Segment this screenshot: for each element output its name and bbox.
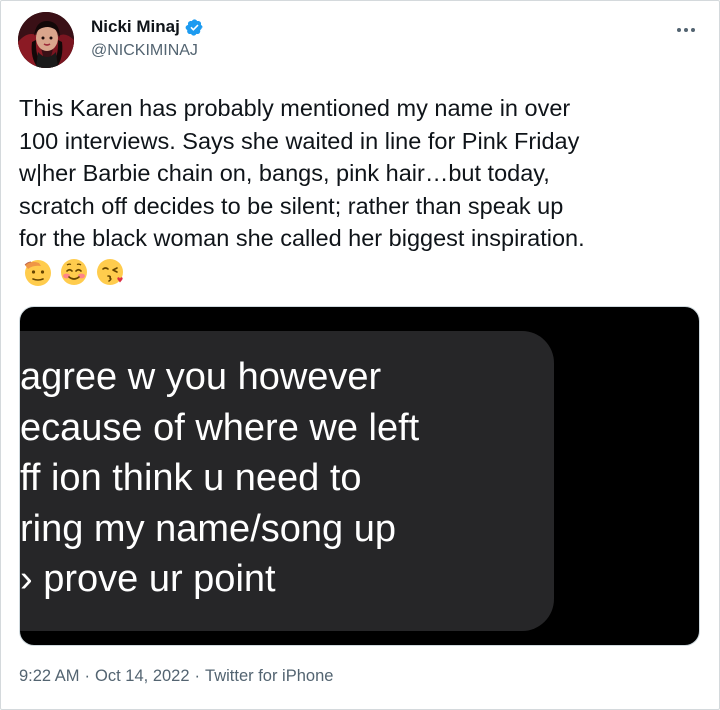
message-line: › prove ur point xyxy=(20,558,276,600)
message-text: agree w you however ecause of where we l… xyxy=(20,352,540,605)
tweet-header: Nicki Minaj @NICKIMINAJ xyxy=(18,12,702,72)
emoji-row xyxy=(22,256,126,288)
more-horizontal-icon[interactable] xyxy=(674,18,698,42)
tweet-source[interactable]: Twitter for iPhone xyxy=(205,667,333,686)
message-line: ring my name/song up xyxy=(20,507,396,550)
meta-separator: · xyxy=(194,667,201,685)
message-line: agree w you however xyxy=(20,356,382,398)
tweet-date[interactable]: Oct 14, 2022 xyxy=(95,667,189,686)
tweet-text: This Karen has probably mentioned my nam… xyxy=(19,95,585,251)
meta-separator: · xyxy=(84,667,91,685)
avatar[interactable] xyxy=(18,12,74,68)
message-line: ecause of where we left xyxy=(20,406,420,449)
face-blowing-a-kiss-icon xyxy=(97,259,123,285)
user-handle[interactable]: @NICKIMINAJ xyxy=(91,42,204,60)
tweet-time[interactable]: 9:22 AM xyxy=(19,667,80,686)
smiling-face-with-smiling-eyes-icon xyxy=(61,259,87,285)
saluting-face-icon xyxy=(24,260,51,286)
tweet-metadata: 9:22 AM · Oct 14, 2022 · Twitter for iPh… xyxy=(19,667,333,686)
message-line: ff ion think u need to xyxy=(20,457,362,499)
display-name-row: Nicki Minaj xyxy=(91,15,204,39)
verified-badge-icon xyxy=(185,18,204,37)
display-name[interactable]: Nicki Minaj xyxy=(91,17,180,37)
author-names: Nicki Minaj @NICKIMINAJ xyxy=(91,15,204,60)
